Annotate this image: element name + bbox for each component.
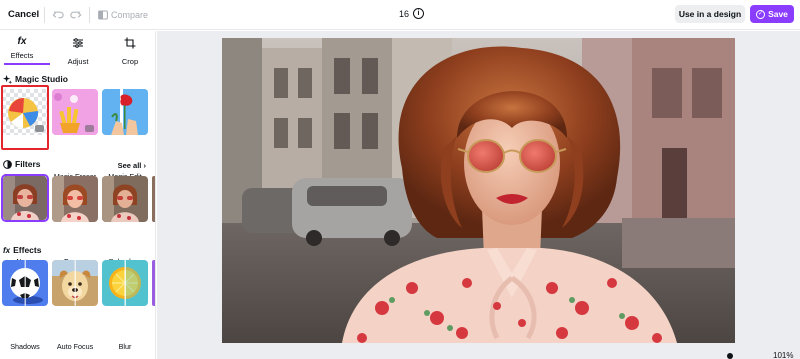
section-title: Magic Studio xyxy=(15,74,68,84)
selected-tool-highlight xyxy=(1,85,49,150)
save-button[interactable]: ✓ Save xyxy=(750,5,794,23)
panel-tabs: fx Effects Adjust Crop xyxy=(0,31,155,66)
fx-icon: fx xyxy=(17,36,27,47)
filter-belvedere-tile[interactable] xyxy=(102,176,148,222)
cancel-button[interactable]: Cancel xyxy=(8,9,39,20)
save-label: Save xyxy=(768,9,788,19)
magic-edit-tile[interactable] xyxy=(102,89,148,135)
filter-fresco-tile[interactable] xyxy=(52,176,98,222)
check-circle-icon: ✓ xyxy=(756,9,766,19)
fries-icon xyxy=(52,89,98,135)
section-title: Filters xyxy=(15,159,41,169)
portrait-thumbnail xyxy=(102,176,148,222)
effect-label: Auto Focus xyxy=(56,342,94,351)
section-effects: fx Effects xyxy=(3,245,41,255)
portrait-thumbnail xyxy=(152,176,155,222)
effect-label: Shadows xyxy=(10,342,40,351)
effect-thumbnail xyxy=(152,260,155,306)
effect-blur-tile[interactable] xyxy=(102,260,148,306)
rose-icon xyxy=(102,89,148,135)
active-tab-indicator xyxy=(4,63,50,65)
filter-more-tile[interactable] xyxy=(152,176,155,222)
undo-icon[interactable] xyxy=(52,8,65,21)
see-all-link[interactable]: See all › xyxy=(118,161,146,170)
zoom-slider-handle[interactable] xyxy=(727,353,733,359)
tab-adjust[interactable]: Adjust xyxy=(56,36,100,66)
section-filters: Filters xyxy=(3,159,41,169)
soccer-ball-icon xyxy=(2,260,48,306)
section-magic-studio: Magic Studio xyxy=(3,74,68,84)
tab-effects[interactable]: fx Effects xyxy=(0,36,44,64)
edited-photo[interactable] xyxy=(222,38,735,343)
magic-eraser-tile[interactable] xyxy=(52,89,98,135)
page-number: 16 xyxy=(399,9,410,19)
woman-portrait-image xyxy=(222,38,735,343)
use-in-design-button[interactable]: Use in a design xyxy=(675,5,745,23)
filter-icon xyxy=(3,159,12,169)
effect-auto-focus-tile[interactable] xyxy=(52,260,98,306)
sparkle-icon xyxy=(3,74,12,84)
effect-label: Blur xyxy=(118,342,132,351)
effect-more-tile[interactable] xyxy=(152,260,155,306)
compare-button[interactable]: Compare xyxy=(98,8,148,21)
divider xyxy=(44,7,45,23)
divider xyxy=(89,7,90,23)
fx-icon: fx xyxy=(3,245,11,255)
redo-icon[interactable] xyxy=(69,8,82,21)
tab-label: Crop xyxy=(121,57,139,66)
tab-crop[interactable]: Crop xyxy=(108,36,152,66)
top-toolbar: Cancel Compare 16 i Use in a design ✓ Sa… xyxy=(0,0,800,30)
chevron-right-icon: › xyxy=(143,161,147,170)
section-title: Effects xyxy=(13,245,42,255)
compare-label: Compare xyxy=(111,9,149,20)
lemon-icon xyxy=(102,260,148,306)
selected-filter-highlight xyxy=(1,174,49,222)
tab-label: Effects xyxy=(10,51,34,60)
dog-icon xyxy=(52,260,98,306)
compare-icon xyxy=(98,10,108,19)
info-icon[interactable]: i xyxy=(413,8,424,19)
sliders-icon xyxy=(73,38,83,48)
zoom-level: 101% xyxy=(773,351,794,359)
portrait-thumbnail xyxy=(52,176,98,222)
crop-icon xyxy=(124,37,136,49)
see-all-label: See all xyxy=(117,161,142,170)
tab-label: Adjust xyxy=(67,57,89,66)
edit-panel: fx Effects Adjust Crop Magic Studio Filt… xyxy=(0,31,156,359)
effect-shadows-tile[interactable] xyxy=(2,260,48,306)
